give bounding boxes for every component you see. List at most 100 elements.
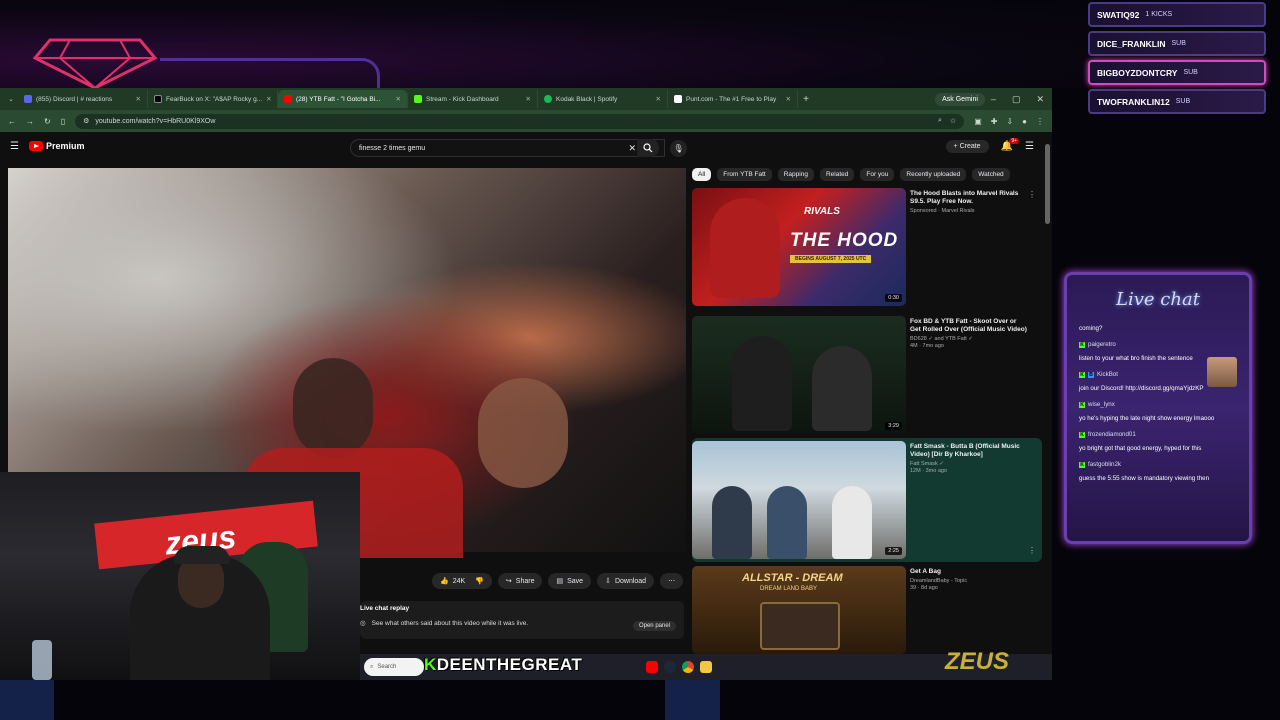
kick-user: DICE_FRANKLIN xyxy=(1097,38,1166,49)
download-button[interactable]: ⇩ Download xyxy=(597,573,655,589)
video-thumbnail[interactable]: ALLSTAR - DREAM DREAM LAND BABY xyxy=(692,566,906,654)
close-icon[interactable]: ✕ xyxy=(396,95,401,103)
create-button[interactable]: + Create xyxy=(945,140,989,153)
puzzle-icon[interactable]: ✚ xyxy=(991,117,998,126)
close-icon[interactable]: ✕ xyxy=(656,95,661,103)
chat-username-row: Kfrozendiamond01 xyxy=(1079,431,1249,438)
open-panel-button[interactable]: Open panel xyxy=(632,621,676,631)
recommendation-channel[interactable]: DreamlandBaby - Topic xyxy=(910,578,1028,584)
chat-username[interactable]: paigeretro xyxy=(1088,341,1116,348)
ask-gemini-button[interactable]: Ask Gemini xyxy=(935,92,985,106)
notifications-button[interactable]: 🔔 9+ xyxy=(1001,138,1020,152)
recommendation-channel[interactable]: BD628 ✓ and YTB Fatt ✓ xyxy=(910,336,1028,342)
kick-channel-text: DEENTHEGREAT xyxy=(436,655,583,674)
downloads-icon[interactable]: ⇩ xyxy=(1006,117,1013,126)
chip-rapping[interactable]: Rapping xyxy=(777,168,814,181)
recommendation-channel[interactable]: Sponsored · Marvel Rivals xyxy=(910,208,1028,214)
tab-kick[interactable]: Stream - Kick Dashboard ✕ xyxy=(408,90,538,108)
tab-menu-icon[interactable]: ⌄ xyxy=(4,95,18,103)
account-menu-icon[interactable]: ☰ xyxy=(1025,141,1034,152)
more-options-icon[interactable]: ⋮ xyxy=(1028,546,1036,555)
video-thumbnail[interactable]: 3:29 xyxy=(692,316,906,434)
tab-label: Kodak Black | Spotify xyxy=(556,95,618,103)
recommendation-title[interactable]: The Hood Blasts into Marvel Rivals S9.5.… xyxy=(910,190,1028,206)
tab-x[interactable]: FearBuck on X: "A$AP Rocky g... ✕ xyxy=(148,90,278,108)
chat-username[interactable]: KickBot xyxy=(1097,371,1118,378)
kick-row: DICE_FRANKLIN SUB xyxy=(1088,31,1266,56)
minimize-button[interactable]: – xyxy=(991,94,996,105)
reload-icon[interactable]: ↻ xyxy=(44,117,51,126)
save-button[interactable]: ▤ Save xyxy=(548,573,592,589)
close-icon[interactable]: ✕ xyxy=(526,95,531,103)
chrome-app-icon[interactable] xyxy=(682,661,694,673)
recommendation-item[interactable]: ALLSTAR - DREAM DREAM LAND BABY Get A Ba… xyxy=(692,566,1042,654)
more-options-icon[interactable]: ⋮ xyxy=(1028,190,1036,199)
chat-messages: coming? Kpaigeretro listen to your what … xyxy=(1079,325,1249,491)
youtube-app-icon[interactable] xyxy=(646,661,658,673)
profile-icon[interactable]: ● xyxy=(1022,117,1027,126)
recommendation-item[interactable]: RIVALS THE HOOD BEGINS AUGUST 7, 2025 UT… xyxy=(692,188,1042,306)
more-actions-button[interactable]: ⋯ xyxy=(660,573,684,589)
recommendation-title[interactable]: Fox BD & YTB Fatt - Skoot Over or Get Ro… xyxy=(910,318,1028,334)
chip-watched[interactable]: Watched xyxy=(972,168,1010,181)
chat-username[interactable]: frozendiamond01 xyxy=(1088,431,1136,438)
address-bar[interactable]: ⚙ youtube.com/watch?v=HbRU0Kl9XOw ⌕ ☆ xyxy=(75,113,965,129)
like-button[interactable]: 👍 24K 👎 xyxy=(432,573,492,589)
back-icon[interactable]: ← xyxy=(8,117,16,126)
chip-all[interactable]: All xyxy=(692,168,712,181)
search-button[interactable] xyxy=(637,139,659,157)
chip-from-channel[interactable]: From YTB Fatt xyxy=(717,168,772,181)
notification-badge: 9+ xyxy=(1009,138,1020,144)
video-thumbnail[interactable]: RIVALS THE HOOD BEGINS AUGUST 7, 2025 UT… xyxy=(692,188,906,306)
overlay-block xyxy=(665,680,720,720)
recommendation-item[interactable]: 2:25 Fatt Smask - Butta B (Official Musi… xyxy=(692,438,1042,562)
recommendation-title[interactable]: Get A Bag xyxy=(910,568,1028,576)
share-button[interactable]: ↪ Share xyxy=(497,573,543,589)
chat-username[interactable]: wise_lynx xyxy=(1088,401,1115,408)
close-icon[interactable]: ✕ xyxy=(136,95,141,103)
recommendation-item[interactable]: 3:29 Fox BD & YTB Fatt - Skoot Over or G… xyxy=(692,316,1042,434)
zoom-icon[interactable]: ⌕ xyxy=(938,117,942,125)
spotify-icon xyxy=(544,95,552,103)
chip-for-you[interactable]: For you xyxy=(860,168,895,181)
forward-icon[interactable]: → xyxy=(26,117,34,126)
clear-search-icon[interactable]: ✕ xyxy=(628,143,636,154)
site-info-icon[interactable]: ⚙ xyxy=(83,117,89,125)
youtube-search-input[interactable]: finesse 2 times gemu ✕ xyxy=(350,139,665,157)
recommendation-title[interactable]: Fatt Smask - Butta B (Official Music Vid… xyxy=(910,443,1028,459)
thumbs-down-icon[interactable]: 👎 xyxy=(475,577,484,585)
chat-username[interactable]: fastgoblin2k xyxy=(1088,461,1121,468)
sidepanel-icon[interactable]: ▯ xyxy=(61,117,65,126)
tab-punt[interactable]: Punt.com - The #1 Free to Play ✕ xyxy=(668,90,798,108)
new-tab-button[interactable]: + xyxy=(798,94,814,105)
scrollbar-thumb[interactable] xyxy=(1045,144,1050,224)
chip-recently-uploaded[interactable]: Recently uploaded xyxy=(900,168,967,181)
video-thumbnail[interactable]: 2:25 xyxy=(692,441,906,559)
chip-related[interactable]: Related xyxy=(819,168,855,181)
menu-dots-icon[interactable]: ⋮ xyxy=(1036,117,1044,126)
close-window-button[interactable]: ✕ xyxy=(1036,94,1044,105)
tab-youtube[interactable]: (28) YTB Fatt - "I Gotcha Bi... ✕ xyxy=(278,90,408,108)
punt-icon xyxy=(674,95,682,103)
taskbar-search[interactable]: ⌕ Search xyxy=(364,658,424,676)
kick-badge-icon: K xyxy=(1079,371,1085,378)
thumbnail-brand: RIVALS xyxy=(804,206,840,217)
bookmark-star-icon[interactable]: ☆ xyxy=(950,117,956,125)
folder-app-icon[interactable] xyxy=(700,661,712,673)
close-icon[interactable]: ✕ xyxy=(786,95,791,103)
recommendation-channel[interactable]: Fatt Smask ✓ xyxy=(910,461,1028,467)
cap xyxy=(174,546,230,564)
x-logo-icon xyxy=(154,95,162,103)
tab-discord[interactable]: (855) Discord | #⁠ reactions ✕ xyxy=(18,90,148,108)
kick-tag: SUB xyxy=(1175,98,1191,105)
hamburger-menu-icon[interactable]: ☰ xyxy=(10,141,19,152)
close-icon[interactable]: ✕ xyxy=(266,95,271,103)
maximize-button[interactable]: ▢ xyxy=(1012,94,1021,105)
steam-app-icon[interactable] xyxy=(664,661,676,673)
download-label: Download xyxy=(614,577,647,585)
voice-search-button[interactable]: 🎙 xyxy=(670,140,687,157)
youtube-logo[interactable]: Premium xyxy=(28,141,84,151)
tab-spotify[interactable]: Kodak Black | Spotify ✕ xyxy=(538,90,668,108)
extension-icon[interactable]: ▣ xyxy=(974,117,982,126)
kick-row: BIGBOYZDONTCRY SUB xyxy=(1088,60,1266,85)
